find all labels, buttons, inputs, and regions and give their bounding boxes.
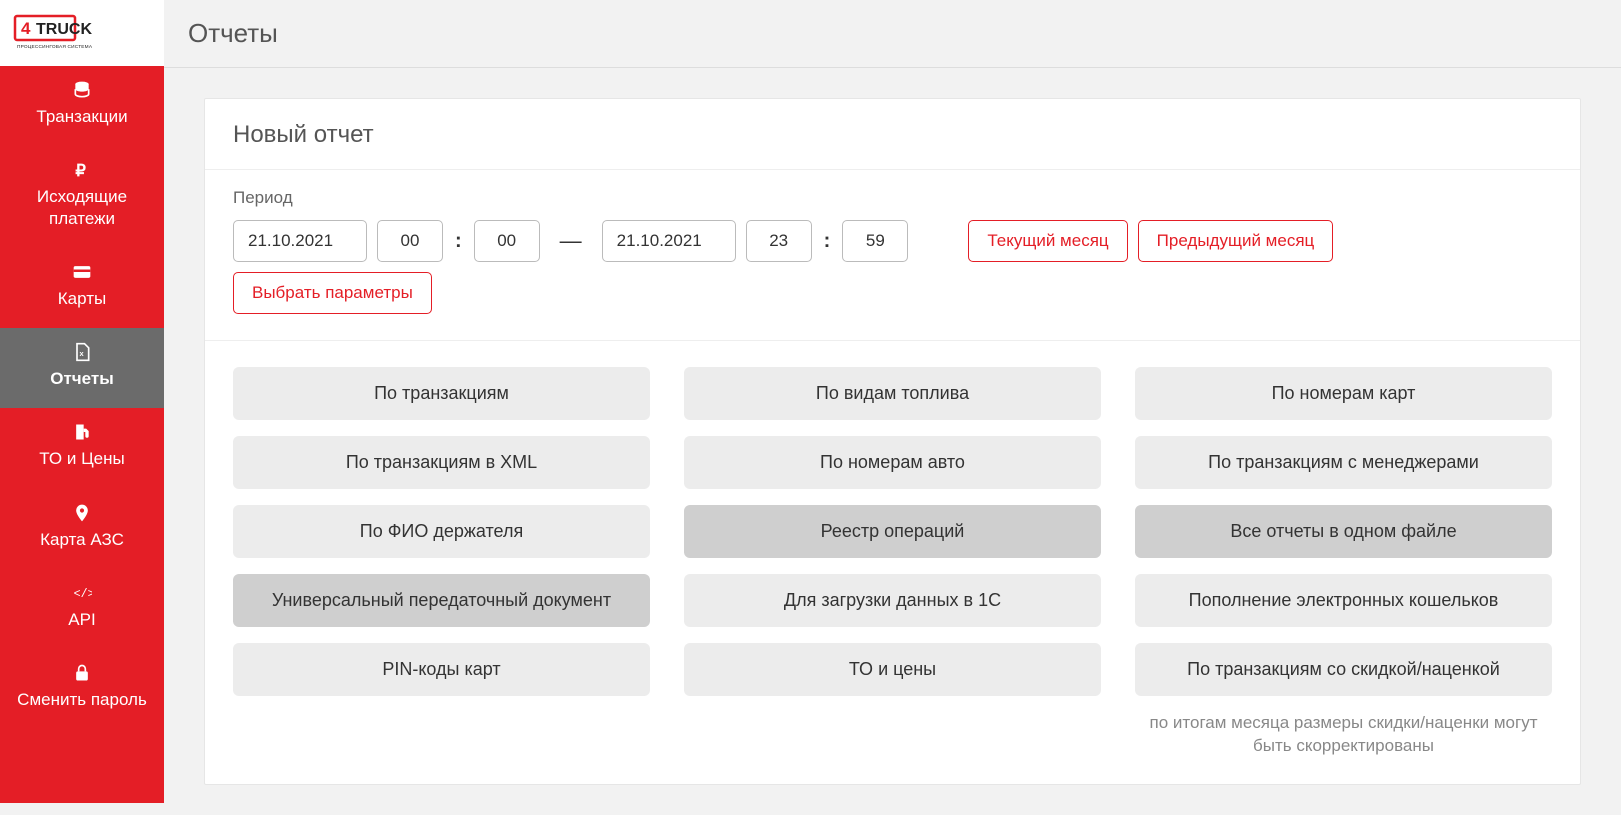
ruble-icon: ₽ (72, 160, 92, 180)
sidebar-item-reports[interactable]: x Отчеты (0, 328, 164, 408)
db-icon (72, 80, 92, 100)
report-button[interactable]: По номерам карт (1135, 367, 1552, 420)
sidebar-item-label: API (68, 610, 95, 629)
code-icon: </> (72, 583, 92, 603)
current-month-button[interactable]: Текущий месяц (968, 220, 1127, 262)
sidebar-item-api[interactable]: </> API (0, 569, 164, 649)
sidebar: Транзакции ₽ Исходящие платежи Карты x Отчеты… (0, 0, 164, 803)
svg-text:ПРОЦЕССИНГОВАЯ СИСТЕМА: ПРОЦЕССИНГОВАЯ СИСТЕМА (17, 44, 93, 50)
choose-params-button[interactable]: Выбрать параметры (233, 272, 432, 314)
report-button[interactable]: Пополнение электронных кошельков (1135, 574, 1552, 627)
sidebar-item-label: Карта АЗС (40, 530, 124, 549)
report-button[interactable]: Для загрузки данных в 1С (684, 574, 1101, 627)
svg-text:TRUCK: TRUCK (36, 21, 92, 38)
range-dash: — (550, 228, 592, 254)
lock-icon (72, 663, 92, 683)
svg-text:x: x (80, 350, 85, 359)
report-button[interactable]: PIN-коды карт (233, 643, 650, 696)
sidebar-item-label: Отчеты (50, 369, 114, 388)
sidebar-item-label: Сменить пароль (17, 690, 147, 709)
reports-grid: По транзакциям По видам топлива По номерам… (205, 341, 1580, 784)
report-button[interactable]: По транзакциям со скидкой/наценкой (1135, 643, 1552, 696)
from-minute-input[interactable]: 00 (474, 220, 540, 262)
svg-text:₽: ₽ (75, 161, 86, 180)
sidebar-item-cards[interactable]: Карты (0, 248, 164, 328)
main: Отчеты Новый отчет Период 21.10.2021 00 … (164, 0, 1621, 803)
sidebar-item-label: ТО и Цены (39, 449, 124, 468)
report-button[interactable]: По видам топлива (684, 367, 1101, 420)
from-date-input[interactable]: 21.10.2021 (233, 220, 367, 262)
sidebar-item-label: Исходящие платежи (37, 187, 127, 228)
report-button[interactable]: Реестр операций (684, 505, 1101, 558)
report-card: Новый отчет Период 21.10.2021 00 : 00 — … (204, 98, 1581, 785)
from-hour-input[interactable]: 00 (377, 220, 443, 262)
sidebar-item-payments[interactable]: ₽ Исходящие платежи (0, 146, 164, 248)
report-button[interactable]: ТО и цены (684, 643, 1101, 696)
footnote: по итогам месяца размеры скидки/наценки … (1135, 712, 1552, 758)
page-title: Отчеты (164, 0, 1621, 68)
to-hour-input[interactable]: 23 (746, 220, 812, 262)
report-button[interactable]: По номерам авто (684, 436, 1101, 489)
report-button[interactable]: Универсальный передаточный документ (233, 574, 650, 627)
sidebar-item-label: Карты (58, 289, 106, 308)
svg-text:</>: </> (74, 587, 92, 601)
to-date-input[interactable]: 21.10.2021 (602, 220, 736, 262)
pump-icon (72, 422, 92, 442)
report-button[interactable]: По транзакциям (233, 367, 650, 420)
to-minute-input[interactable]: 59 (842, 220, 908, 262)
period-block: Период 21.10.2021 00 : 00 — 21.10.2021 2… (205, 170, 1580, 341)
colon: : (453, 230, 464, 253)
svg-text:4: 4 (21, 19, 31, 38)
card-icon (72, 262, 92, 282)
colon: : (822, 230, 833, 253)
report-button[interactable]: По транзакциям с менеджерами (1135, 436, 1552, 489)
pin-icon (72, 503, 92, 523)
report-button[interactable]: По ФИО держателя (233, 505, 650, 558)
sidebar-item-transactions[interactable]: Транзакции (0, 66, 164, 146)
report-button[interactable]: Все отчеты в одном файле (1135, 505, 1552, 558)
sidebar-item-label: Транзакции (36, 107, 127, 126)
logo: 4 TRUCK ПРОЦЕССИНГОВАЯ СИСТЕМА (0, 0, 164, 66)
previous-month-button[interactable]: Предыдущий месяц (1138, 220, 1334, 262)
sidebar-item-map[interactable]: Карта АЗС (0, 489, 164, 569)
card-title: Новый отчет (205, 99, 1580, 170)
period-label: Период (233, 188, 1552, 208)
sidebar-item-change-password[interactable]: Сменить пароль (0, 649, 164, 729)
sidebar-item-to-prices[interactable]: ТО и Цены (0, 408, 164, 488)
file-x-icon: x (72, 342, 92, 362)
report-button[interactable]: По транзакциям в XML (233, 436, 650, 489)
